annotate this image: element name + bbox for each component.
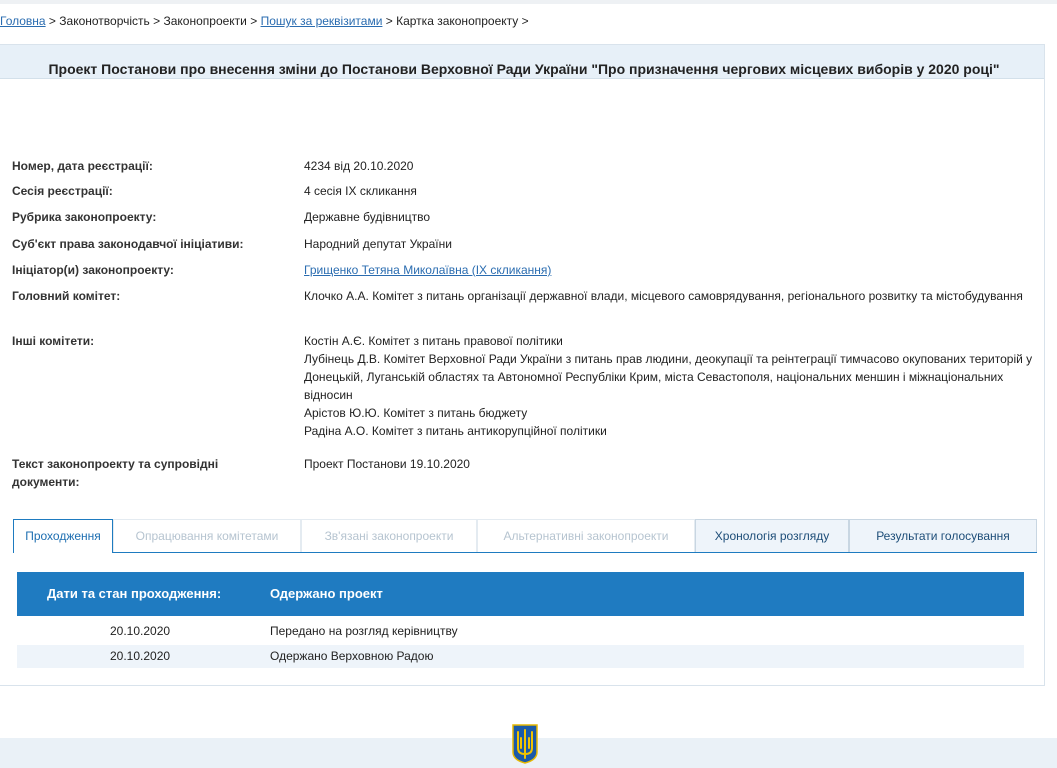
breadcrumb-card: Картка законопроекту bbox=[396, 14, 519, 28]
breadcrumb-home-link[interactable]: Головна bbox=[0, 14, 46, 28]
tab-related-bills[interactable]: Зв'язані законопроекти bbox=[301, 519, 477, 552]
field-label: Суб'єкт права законодавчої ініціативи: bbox=[12, 237, 244, 251]
field-value: Клочко А.А. Комітет з питань організації… bbox=[304, 289, 1023, 303]
field-value: 4 сесія IX скликання bbox=[304, 184, 417, 198]
history-date: 20.10.2020 bbox=[110, 624, 171, 638]
initiator-link[interactable]: Грищенко Тетяна Миколаївна (IX скликання… bbox=[304, 263, 551, 277]
breadcrumb-search-link[interactable]: Пошук за реквізитами bbox=[261, 14, 383, 28]
history-text: Одержано Верховною Радою bbox=[270, 649, 434, 663]
field-label: Ініціатор(и) законопроекту: bbox=[12, 263, 174, 277]
ukraine-trident-emblem-icon bbox=[512, 724, 538, 764]
history-header-status: Одержано проект bbox=[270, 586, 383, 601]
breadcrumb-separator: > bbox=[149, 14, 164, 28]
committee-list: Костін А.Є. Комітет з питань правової по… bbox=[304, 332, 1046, 440]
field-value: Народний депутат України bbox=[304, 237, 452, 251]
breadcrumb-separator: > bbox=[246, 14, 261, 28]
committee-item: Костін А.Є. Комітет з питань правової по… bbox=[304, 334, 563, 348]
tab-chronology[interactable]: Хронологія розгляду bbox=[695, 519, 849, 552]
field-value: Державне будівництво bbox=[304, 210, 431, 224]
committee-item: Лубінець Д.В. Комітет Верховної Ради Укр… bbox=[304, 352, 1033, 402]
committee-item: Арістов Ю.Ю. Комітет з питань бюджету bbox=[304, 406, 528, 420]
tab-alternative-bills[interactable]: Альтернативні законопроекти bbox=[477, 519, 695, 552]
breadcrumb-separator: > bbox=[518, 14, 529, 28]
history-header-label: Дати та стан проходження: bbox=[47, 586, 222, 601]
history-row: 20.10.2020 Передано на розгляд керівницт… bbox=[17, 620, 1024, 643]
breadcrumb-separator: > bbox=[382, 14, 397, 28]
field-label: Номер, дата реєстрації: bbox=[12, 159, 153, 173]
field-label: Текст законопроекту та супровідні докуме… bbox=[12, 457, 219, 489]
history-row: 20.10.2020 Одержано Верховною Радою bbox=[17, 645, 1024, 668]
breadcrumb: Головна > Законотворчість > Законопроект… bbox=[0, 14, 529, 28]
bill-title: Проект Постанови про внесення зміни до П… bbox=[48, 61, 1000, 77]
field-label: Рубрика законопроекту: bbox=[12, 210, 157, 224]
tab-passage[interactable]: Проходження bbox=[13, 519, 113, 553]
field-label: Головний комітет: bbox=[12, 289, 121, 303]
committee-item: Радіна А.О. Комітет з питань антикорупці… bbox=[304, 424, 607, 438]
breadcrumb-lawmaking: Законотворчість bbox=[59, 14, 150, 28]
breadcrumb-separator: > bbox=[45, 14, 60, 28]
tab-bar: Проходження Опрацювання комітетами Зв'яз… bbox=[13, 519, 1037, 553]
history-text: Передано на розгляд керівництву bbox=[270, 624, 458, 638]
field-label: Сесія реєстрації: bbox=[12, 184, 113, 198]
tab-voting-results[interactable]: Результати голосування bbox=[849, 519, 1037, 552]
history-date: 20.10.2020 bbox=[110, 649, 171, 663]
field-value: Проект Постанови 19.10.2020 bbox=[304, 457, 470, 471]
tab-committees[interactable]: Опрацювання комітетами bbox=[113, 519, 301, 552]
field-value: 4234 від 20.10.2020 bbox=[304, 159, 414, 173]
field-label: Інші комітети: bbox=[12, 334, 95, 348]
history-header: Дати та стан проходження: Одержано проек… bbox=[17, 572, 1024, 616]
breadcrumb-bills: Законопроекти bbox=[163, 14, 247, 28]
top-border bbox=[0, 0, 1057, 4]
